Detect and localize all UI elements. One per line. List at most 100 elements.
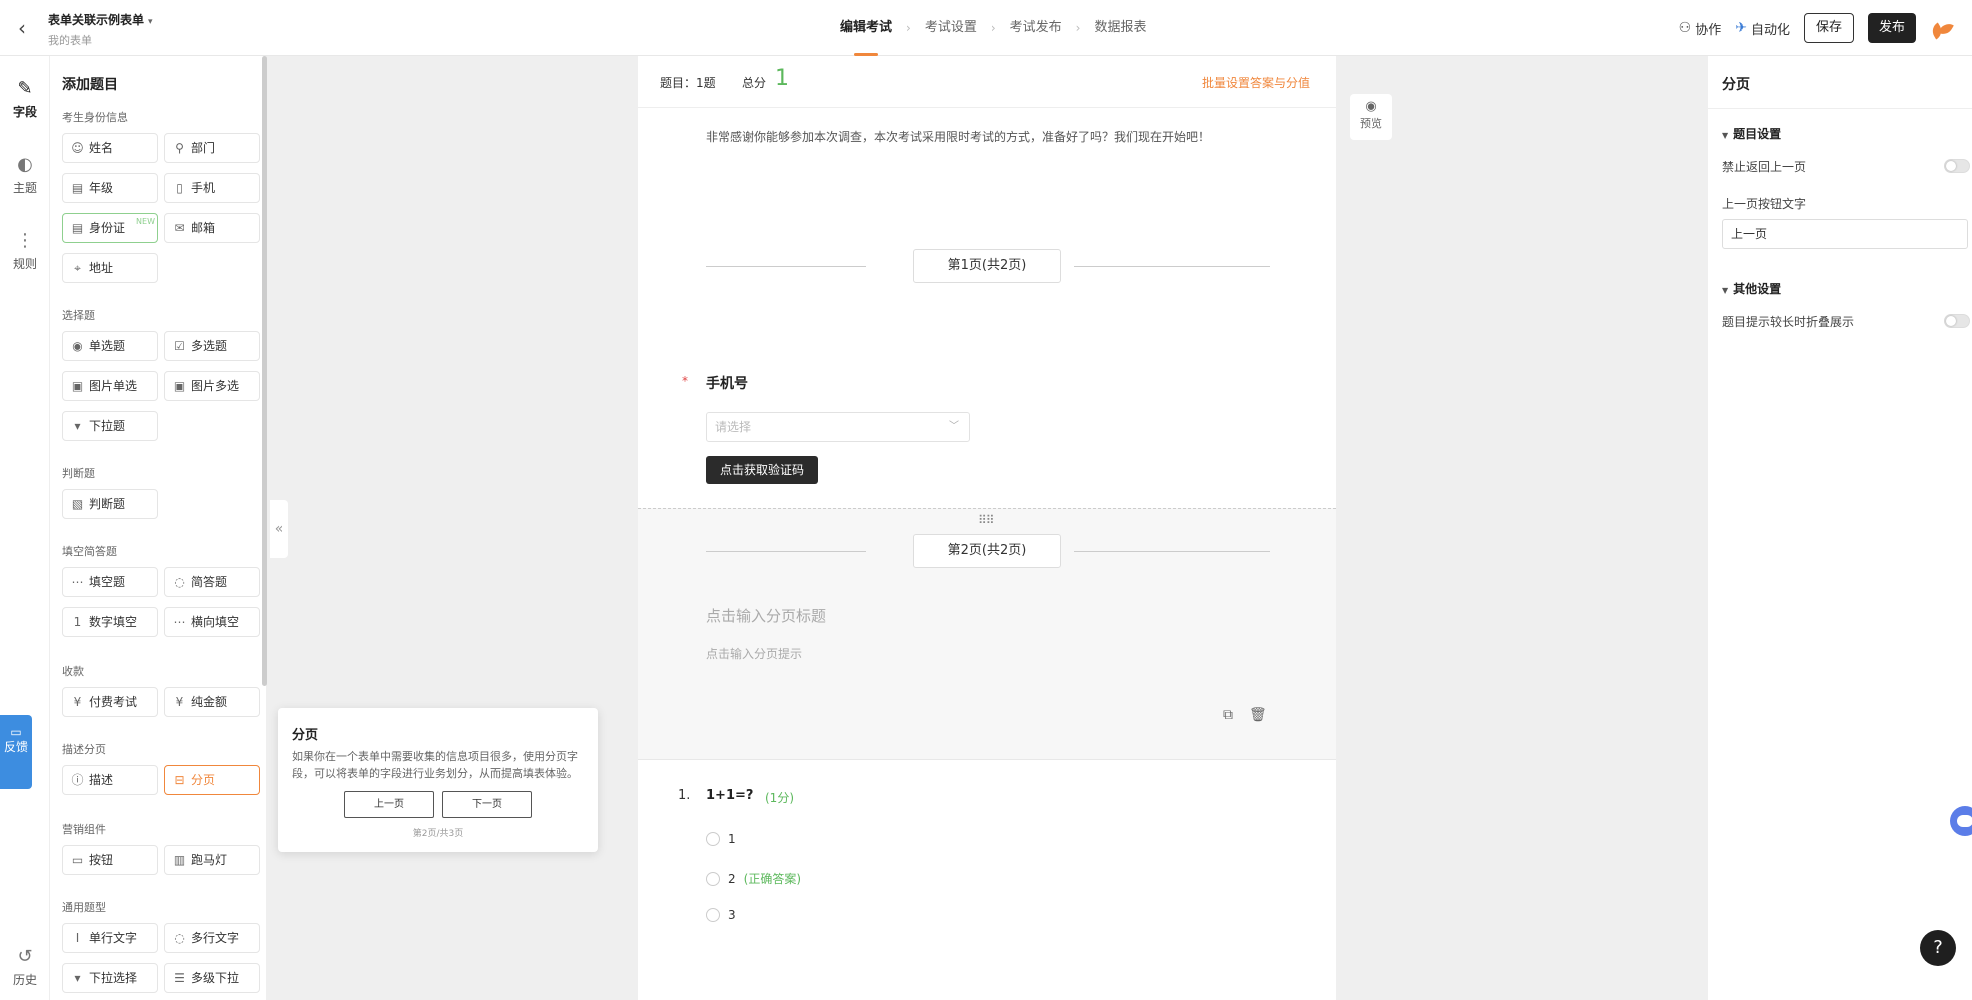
total-score-value: 1 [775,66,789,91]
radio-icon[interactable] [706,871,720,886]
section-header[interactable]: ▼ 其他设置 [1722,280,1781,297]
button-icon: ▭ [71,853,84,867]
preview-button[interactable]: ◉ 预览 [1350,94,1392,140]
section-title: 其他设置 [1733,282,1782,296]
comp-page-break[interactable]: ⊟ 分页 [164,765,260,795]
comp-number-blank[interactable]: 1 数字填空 [62,607,158,637]
comp-phone[interactable]: ▯ 手机 [164,173,260,203]
batch-set-answers-link[interactable]: 批量设置答案与分值 [1202,74,1310,91]
trash-icon[interactable]: 🗑 [1249,707,1267,723]
comp-single-choice[interactable]: ◉ 单选题 [62,331,158,361]
automation-icon: ✈ [1735,20,1747,36]
caret-down-icon: ▼ [1722,286,1729,295]
comp-true-false[interactable]: ▧ 判断题 [62,489,158,519]
page-2-badge: 第2页(共2页) [913,534,1061,568]
help-button[interactable]: ? [1920,930,1956,966]
fold-toggle[interactable] [1944,314,1970,328]
collaborate-button[interactable]: ⚇ 协作 [1679,19,1722,38]
radio-icon[interactable] [706,832,720,846]
section-header[interactable]: ▼ 题目设置 [1722,125,1781,142]
option-item[interactable]: 1 [706,832,736,846]
tooltip-prev-button: 上一页 [344,791,434,818]
comp-image-multi[interactable]: ▣ 图片多选 [164,371,260,401]
comp-inline-blank[interactable]: ⋯ 横向填空 [164,607,260,637]
back-icon[interactable]: ‹ [18,18,34,38]
form-intro[interactable]: 非常感谢你能够参加本次调查，本次考试采用限时考试的方式，准备好了吗？我们现在开始… [706,128,1210,145]
step-exam-publish[interactable]: 考试发布 [1010,0,1062,56]
copy-icon[interactable]: ⧉ [1220,707,1236,723]
tooltip-title: 分页 [292,728,319,743]
comp-paid-exam[interactable]: ¥ 付费考试 [62,687,158,717]
step-edit-exam[interactable]: 编辑考试 [840,0,892,56]
dropdown-icon: ▾ [74,419,81,433]
judge-icon: ▧ [71,497,84,511]
top-bar: ‹ 表单关联示例表单 ▾ 我的表单 编辑考试 › 考试设置 › 考试发布 › 数据… [0,0,1972,56]
chevron-right-icon: › [906,21,911,35]
location-icon: ⌖ [74,261,81,275]
automate-button[interactable]: ✈ 自动化 [1735,19,1790,38]
feedback-button[interactable]: ▭ 反馈 [0,715,32,789]
comp-id-card[interactable]: ▤ 身份证 NEW [62,213,158,243]
page-break-icon: ⊟ [174,773,185,787]
comp-label: 手机 [191,181,216,195]
option-item[interactable]: 2 (正确答案) [706,870,801,887]
brand-logo-icon[interactable] [1929,16,1954,40]
publish-button[interactable]: 发布 [1867,13,1916,43]
rules-icon: ⋮ [16,230,34,251]
tooltip-next-button: 下一页 [442,791,532,818]
prev-button-text-input[interactable]: 上一页 [1722,219,1968,249]
panel-scrollbar[interactable] [262,56,267,686]
comp-button[interactable]: ▭ 按钮 [62,845,158,875]
step-exam-settings[interactable]: 考试设置 [925,0,977,56]
comp-label: 多级下拉 [191,971,240,985]
comp-image-single[interactable]: ▣ 图片单选 [62,371,158,401]
page-hint-input[interactable]: 点击输入分页提示 [706,645,802,662]
comp-short-answer[interactable]: ◌ 简答题 [164,567,260,597]
comp-dropdown[interactable]: ▾ 下拉题 [62,411,158,441]
question-title[interactable]: 1+1=? [706,788,753,803]
comp-single-line[interactable]: Ⅰ 单行文字 [62,923,158,953]
collapse-panel-icon[interactable]: « [270,500,288,558]
step-data-report[interactable]: 数据报表 [1094,0,1146,56]
page-break-tooltip: 分页 如果你在一个表单中需要收集的信息项目很多，使用分页字段，可以将表单的字段进… [278,708,598,852]
comp-marquee[interactable]: ▥ 跑马灯 [164,845,260,875]
comp-email[interactable]: ✉ 邮箱 [164,213,260,243]
form-title[interactable]: 表单关联示例表单 ▾ [48,11,153,28]
rail-item-fields[interactable]: ✎ 字段 [0,78,50,120]
comment-icon: ◌ [174,931,185,945]
comp-fill-blank[interactable]: ⋯ 填空题 [62,567,158,597]
comp-label: 单行文字 [89,931,138,945]
toggle-knob [1946,161,1956,171]
comp-description[interactable]: ⓘ 描述 [62,765,158,795]
save-button[interactable]: 保存 [1803,13,1854,43]
drag-handle-icon[interactable]: ⠿⠿ [978,513,995,527]
rail-item-history[interactable]: ↺ 历史 [0,946,50,988]
page-break-block[interactable]: ⠿⠿ 第2页(共2页) 点击输入分页标题 点击输入分页提示 ⧉ 🗑 [638,508,1336,760]
automate-label: 自动化 [1750,22,1790,38]
comp-cascade-select[interactable]: ☰ 多级下拉 [164,963,260,993]
assistant-bot-icon[interactable] [1950,806,1972,836]
question-title[interactable]: 手机号 [706,373,748,393]
form-breadcrumb[interactable]: 我的表单 [48,32,92,48]
required-marker: * [682,374,688,388]
comp-amount[interactable]: ¥ 纯金额 [164,687,260,717]
comp-multi-choice[interactable]: ☑ 多选题 [164,331,260,361]
comp-department[interactable]: ⚲ 部门 [164,133,260,163]
get-code-button[interactable]: 点击获取验证码 [706,456,818,484]
comp-select[interactable]: ▾ 下拉选择 [62,963,158,993]
phone-select[interactable]: 请选择 ﹀ [706,412,970,442]
rail-item-rules[interactable]: ⋮ 规则 [0,230,50,272]
page-title-input[interactable]: 点击输入分页标题 [706,605,826,626]
option-label: 2 [728,871,736,886]
section-title: 题目设置 [1733,127,1782,141]
radio-icon[interactable] [706,908,720,922]
no-back-toggle[interactable] [1944,159,1970,173]
option-item[interactable]: 3 [706,908,736,922]
rail-item-theme[interactable]: ◐ 主题 [0,154,50,196]
comp-multi-line[interactable]: ◌ 多行文字 [164,923,260,953]
comp-address[interactable]: ⌖ 地址 [62,253,158,283]
feedback-icon: ▭ [10,725,22,739]
comp-grade[interactable]: ▤ 年级 [62,173,158,203]
comp-name[interactable]: ☺ 姓名 [62,133,158,163]
coin-icon: ¥ [175,695,184,709]
